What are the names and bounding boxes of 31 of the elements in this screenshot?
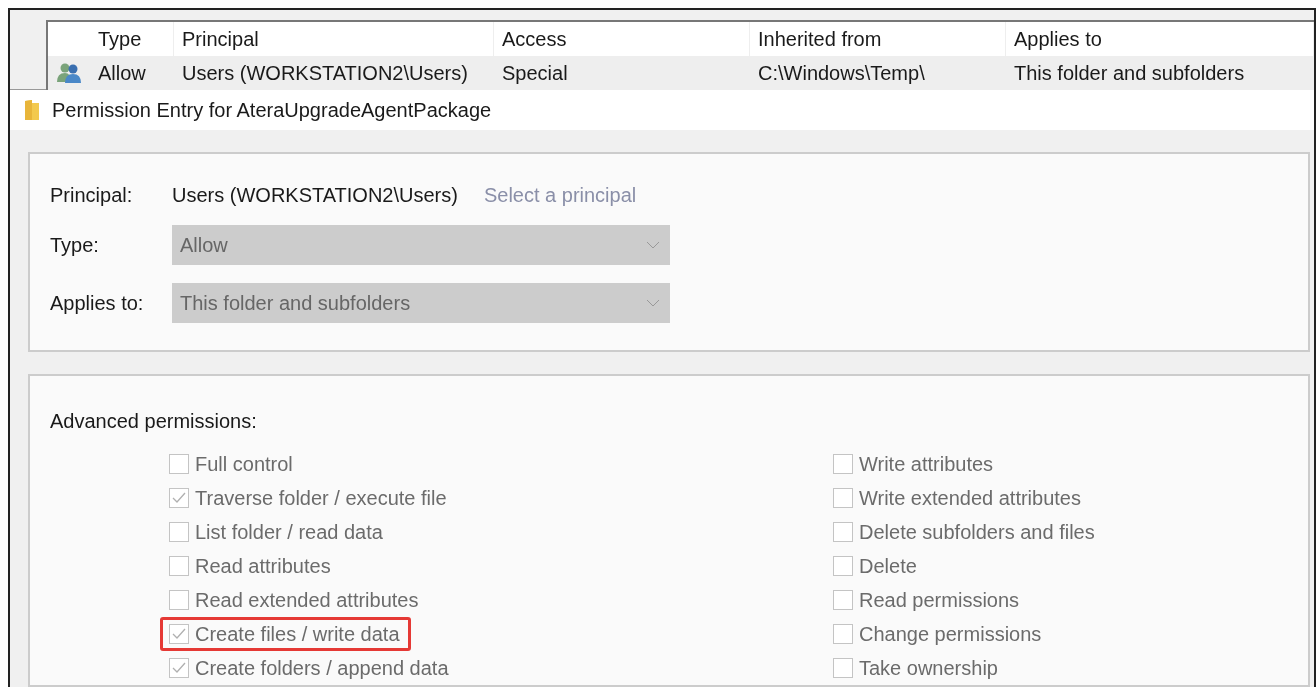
permission-checkbox[interactable]: Take ownership (824, 651, 1009, 685)
permission-checkbox[interactable]: Delete subfolders and files (824, 515, 1106, 549)
permission-checkbox[interactable]: Read permissions (824, 583, 1031, 617)
field-label: Applies to: (50, 291, 145, 315)
section-heading: Advanced permissions: (50, 410, 258, 433)
chevron-icon (646, 299, 660, 307)
table-row[interactable]: Allow Users (WORKSTATION2\Users) Special C:\Windows\Temp\ This folder and subfolders (48, 56, 1314, 90)
permission-checkbox[interactable]: Write attributes (824, 447, 1005, 481)
users-icon (56, 62, 82, 84)
select-principal-link[interactable]: Select a principal (483, 184, 637, 207)
permission-checkbox[interactable]: List folder / read data (160, 515, 394, 549)
principal-value: Users (WORKSTATION2\Users) (172, 184, 458, 207)
highlighted-permission-checkbox[interactable]: Create files / write data (160, 617, 411, 651)
table-cell-text: Special (501, 61, 569, 85)
field-label: Type: (50, 233, 100, 257)
permission-checkbox[interactable]: Traverse folder / execute file (160, 481, 458, 515)
permission-checkbox[interactable]: Read attributes (160, 549, 342, 583)
table-cell-text: Users (WORKSTATION2\Users) (181, 61, 469, 85)
folder-icon (24, 99, 40, 121)
table-cell-text: C:\Windows\Temp\ (757, 61, 926, 85)
dialog-title: Permission Entry for AteraUpgradeAgentPackage (52, 98, 492, 122)
permission-checkbox[interactable]: Full control (160, 447, 304, 481)
chevron-icon (646, 241, 660, 249)
permission-checkbox[interactable]: Create folders / append data (160, 651, 460, 685)
permission-checkbox[interactable]: Change permissions (824, 617, 1053, 651)
table-cell-text: Allow (97, 61, 147, 85)
table-cell-text: This folder and subfolders (1013, 61, 1246, 85)
permission-checkbox[interactable]: Read extended attributes (160, 583, 430, 617)
permission-checkbox[interactable]: Write extended attributes (824, 481, 1092, 515)
permission-checkbox[interactable]: Delete (824, 549, 928, 583)
field-label: Principal: (50, 184, 134, 207)
